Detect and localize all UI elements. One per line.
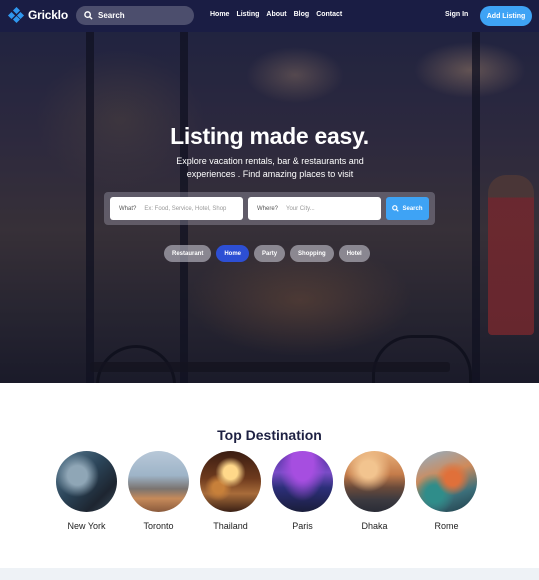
toronto-photo[interactable] bbox=[128, 451, 189, 512]
where-field[interactable]: Where? Your City... bbox=[248, 197, 381, 220]
top-destination-title: Top Destination bbox=[217, 427, 322, 443]
destination-name[interactable]: New York bbox=[67, 521, 105, 531]
next-section-edge bbox=[0, 568, 539, 580]
destination-thailand[interactable]: Thailand bbox=[200, 451, 261, 531]
rome-photo[interactable] bbox=[416, 451, 477, 512]
what-field[interactable]: What? Ex: Food, Service, Hotel, Shop bbox=[110, 197, 243, 220]
header-search-input[interactable]: Search bbox=[76, 6, 194, 25]
logo-icon bbox=[7, 6, 25, 24]
destination-name[interactable]: Paris bbox=[292, 521, 313, 531]
add-listing-button[interactable]: Add Listing bbox=[480, 6, 532, 26]
search-button[interactable]: Search bbox=[386, 197, 429, 220]
listing-search-form: What? Ex: Food, Service, Hotel, Shop Whe… bbox=[104, 192, 435, 225]
chip-shopping[interactable]: Shopping bbox=[290, 245, 334, 262]
destination-name[interactable]: Rome bbox=[434, 521, 458, 531]
chip-party[interactable]: Party bbox=[254, 245, 286, 262]
search-icon bbox=[392, 205, 400, 212]
destination-paris[interactable]: Paris bbox=[272, 451, 333, 531]
destination-new-york[interactable]: New York bbox=[56, 451, 117, 531]
destination-rome[interactable]: Rome bbox=[416, 451, 477, 531]
what-placeholder: Ex: Food, Service, Hotel, Shop bbox=[144, 205, 227, 212]
top-navbar: Gricklo Search Home Listing About Blog C… bbox=[0, 0, 539, 32]
destination-name[interactable]: Thailand bbox=[213, 521, 248, 531]
new-york-photo[interactable] bbox=[56, 451, 117, 512]
chip-restaurant[interactable]: Restaurant bbox=[164, 245, 212, 262]
thailand-photo[interactable] bbox=[200, 451, 261, 512]
what-label: What? bbox=[119, 205, 137, 212]
paris-photo[interactable] bbox=[272, 451, 333, 512]
destination-toronto[interactable]: Toronto bbox=[128, 451, 189, 531]
where-placeholder: Your City... bbox=[286, 205, 315, 212]
dhaka-photo[interactable] bbox=[344, 451, 405, 512]
search-icon bbox=[84, 11, 93, 20]
destination-name[interactable]: Toronto bbox=[143, 521, 173, 531]
chip-hotel[interactable]: Hotel bbox=[338, 245, 370, 262]
hero-section: Listing made easy. Explore vacation rent… bbox=[0, 0, 539, 383]
destination-dhaka[interactable]: Dhaka bbox=[344, 451, 405, 531]
where-label: Where? bbox=[257, 205, 279, 212]
main-nav: Home Listing About Blog Contact bbox=[210, 11, 342, 18]
nav-blog[interactable]: Blog bbox=[294, 11, 310, 18]
hero-title: Listing made easy. bbox=[170, 123, 369, 149]
nav-contact[interactable]: Contact bbox=[316, 11, 342, 18]
chip-home[interactable]: Home bbox=[216, 245, 250, 262]
nav-about[interactable]: About bbox=[266, 11, 286, 18]
logo[interactable]: Gricklo bbox=[7, 6, 68, 24]
destination-list: New York Toronto Thailand Paris Dhaka Ro… bbox=[56, 451, 477, 531]
header-search-label: Search bbox=[98, 11, 125, 20]
sign-in-link[interactable]: Sign In bbox=[445, 11, 468, 18]
destination-name[interactable]: Dhaka bbox=[361, 521, 387, 531]
search-button-label: Search bbox=[402, 205, 423, 212]
hero-subtitle: Explore vacation rentals, bar & restaura… bbox=[176, 156, 364, 179]
logo-text: Gricklo bbox=[28, 8, 68, 22]
nav-home[interactable]: Home bbox=[210, 11, 229, 18]
category-chips: Restaurant Home Party Shopping Hotel bbox=[164, 245, 370, 262]
nav-listing[interactable]: Listing bbox=[236, 11, 259, 18]
